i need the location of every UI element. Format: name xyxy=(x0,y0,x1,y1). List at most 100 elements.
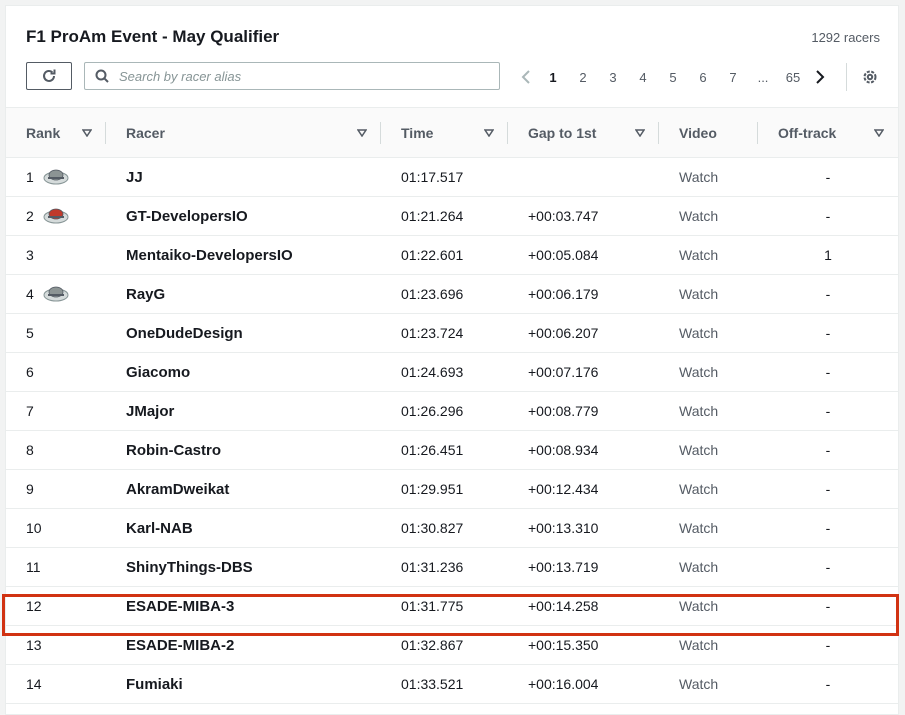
time-value: 01:30.827 xyxy=(381,508,508,548)
col-gap[interactable]: Gap to 1st xyxy=(508,107,659,158)
rank-value: 2 xyxy=(26,208,34,224)
offtrack-value: - xyxy=(758,391,898,431)
watch-link[interactable]: Watch xyxy=(659,586,758,626)
time-value: 01:23.724 xyxy=(381,313,508,353)
col-time[interactable]: Time xyxy=(381,107,508,158)
watch-link[interactable]: Watch xyxy=(659,196,758,236)
col-offtrack[interactable]: Off-track xyxy=(758,107,898,158)
col-rank-label: Rank xyxy=(26,124,61,141)
racer-name: ESADE-MIBA-3 xyxy=(106,586,381,626)
table-row[interactable]: 5 OneDudeDesign 01:23.724 +00:06.207 Watch - xyxy=(6,313,898,353)
rank-value: 8 xyxy=(26,442,34,458)
watch-link[interactable]: Watch xyxy=(659,430,758,470)
col-racer[interactable]: Racer xyxy=(106,107,381,158)
rank-cell: 1 xyxy=(6,157,106,197)
racer-name: ESADE-MIBA-2 xyxy=(106,625,381,665)
racer-name: Mentaiko-DevelopersIO xyxy=(106,235,381,275)
page-7-button[interactable]: 7 xyxy=(718,70,748,85)
rank-cell: 5 xyxy=(6,313,106,353)
watch-link[interactable]: Watch xyxy=(659,157,758,197)
caret-down-icon xyxy=(635,128,645,137)
page-4-button[interactable]: 4 xyxy=(628,70,658,85)
gap-value xyxy=(508,157,659,197)
prev-page-button[interactable] xyxy=(514,70,538,84)
table-row[interactable]: 9 AkramDweikat 01:29.951 +00:12.434 Watch - xyxy=(6,469,898,509)
watch-link[interactable]: Watch xyxy=(659,391,758,431)
table-row[interactable]: 3 Mentaiko-DevelopersIO 01:22.601 +00:05.08… xyxy=(6,235,898,275)
table-row[interactable]: 11 ShinyThings-DBS 01:31.236 +00:13.719 Watc… xyxy=(6,547,898,587)
col-rank[interactable]: Rank xyxy=(6,107,106,158)
rank-cell: 6 xyxy=(6,352,106,392)
offtrack-value: - xyxy=(758,547,898,587)
caret-down-icon xyxy=(874,128,884,137)
watch-link[interactable]: Watch xyxy=(659,625,758,665)
watch-link[interactable]: Watch xyxy=(659,235,758,275)
chevron-right-icon xyxy=(816,70,825,84)
col-racer-label: Racer xyxy=(126,124,165,141)
time-value: 01:29.951 xyxy=(381,469,508,509)
offtrack-value: - xyxy=(758,430,898,470)
time-value: 01:32.867 xyxy=(381,625,508,665)
rank-value: 14 xyxy=(26,676,42,692)
leaderboard-table: Rank Racer Time Gap to 1st Video Off-tra… xyxy=(6,107,898,704)
search-icon xyxy=(95,69,109,83)
gap-value: +00:13.310 xyxy=(508,508,659,548)
search-field[interactable] xyxy=(84,62,500,90)
racer-name: Karl-NAB xyxy=(106,508,381,548)
rank-cell: 4 xyxy=(6,274,106,314)
racer-name: Giacomo xyxy=(106,352,381,392)
table-row[interactable]: 10 Karl-NAB 01:30.827 +00:13.310 Watch - xyxy=(6,508,898,548)
table-row[interactable]: 4 RayG 01:23.696 +00:06.179 Watch - xyxy=(6,274,898,314)
watch-link[interactable]: Watch xyxy=(659,508,758,548)
next-page-button[interactable] xyxy=(808,70,832,84)
rank-value: 3 xyxy=(26,247,34,263)
table-row[interactable]: 13 ESADE-MIBA-2 01:32.867 +00:15.350 Watch - xyxy=(6,625,898,665)
page-65-button[interactable]: 65 xyxy=(778,70,808,85)
time-value: 01:22.601 xyxy=(381,235,508,275)
table-row[interactable]: 1 JJ 01:17.517 Watch - xyxy=(6,157,898,197)
watch-link[interactable]: Watch xyxy=(659,352,758,392)
table-row[interactable]: 12 ESADE-MIBA-3 01:31.775 +00:14.258 Watch - xyxy=(6,586,898,626)
refresh-button[interactable] xyxy=(26,62,72,90)
gear-icon xyxy=(863,70,877,84)
table-row[interactable]: 14 Fumiaki 01:33.521 +00:16.004 Watch - xyxy=(6,664,898,704)
racer-count: 1292 racers xyxy=(811,30,880,45)
gap-value: +00:06.207 xyxy=(508,313,659,353)
offtrack-value: - xyxy=(758,625,898,665)
offtrack-value: 1 xyxy=(758,235,898,275)
page-ellipsis: ... xyxy=(757,69,769,85)
caret-down-icon xyxy=(82,128,92,137)
search-input[interactable] xyxy=(117,67,499,85)
page-6-button[interactable]: 6 xyxy=(688,70,718,85)
time-value: 01:33.521 xyxy=(381,664,508,704)
caret-down-icon xyxy=(484,128,494,137)
offtrack-value: - xyxy=(758,196,898,236)
watch-link[interactable]: Watch xyxy=(659,664,758,704)
page-1-button[interactable]: 1 xyxy=(538,70,568,85)
racer-name: OneDudeDesign xyxy=(106,313,381,353)
leaderboard-panel: F1 ProAm Event - May Qualifier 1292 race… xyxy=(5,5,899,715)
table-row[interactable]: 6 Giacomo 01:24.693 +00:07.176 Watch - xyxy=(6,352,898,392)
time-value: 01:17.517 xyxy=(381,157,508,197)
page-2-button[interactable]: 2 xyxy=(568,70,598,85)
time-value: 01:23.696 xyxy=(381,274,508,314)
gap-value: +00:06.179 xyxy=(508,274,659,314)
rank-cell: 2 xyxy=(6,196,106,236)
page-5-button[interactable]: 5 xyxy=(658,70,688,85)
settings-button[interactable] xyxy=(861,68,879,91)
rank-value: 5 xyxy=(26,325,34,341)
rank-cell: 14 xyxy=(6,664,106,704)
rank-value: 12 xyxy=(26,598,42,614)
col-time-label: Time xyxy=(401,124,434,141)
table-row[interactable]: 7 JMajor 01:26.296 +00:08.779 Watch - xyxy=(6,391,898,431)
col-video: Video xyxy=(659,107,758,158)
watch-link[interactable]: Watch xyxy=(659,313,758,353)
watch-link[interactable]: Watch xyxy=(659,469,758,509)
table-row[interactable]: 2 GT-DevelopersIO 01:21.264 +00:03.747 Watch… xyxy=(6,196,898,236)
watch-link[interactable]: Watch xyxy=(659,274,758,314)
page-3-button[interactable]: 3 xyxy=(598,70,628,85)
watch-link[interactable]: Watch xyxy=(659,547,758,587)
col-offtrack-label: Off-track xyxy=(778,124,837,141)
gap-value: +00:08.934 xyxy=(508,430,659,470)
table-row[interactable]: 8 Robin-Castro 01:26.451 +00:08.934 Watch - xyxy=(6,430,898,470)
